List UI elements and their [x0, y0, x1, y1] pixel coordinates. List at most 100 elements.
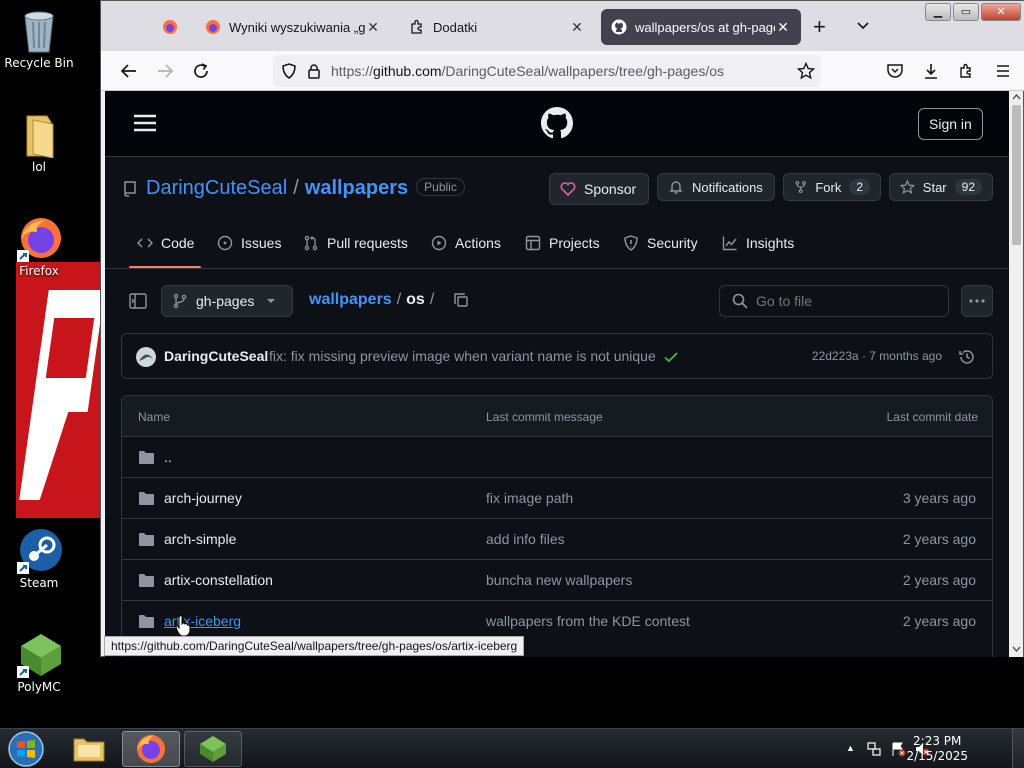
- tab-label: Dodatki: [433, 19, 478, 35]
- star-button[interactable]: Star 92: [889, 173, 993, 201]
- row-commit-message[interactable]: add info files: [486, 531, 565, 547]
- clock-date: 2/15/2025: [906, 749, 968, 763]
- new-tab-plus-icon[interactable]: +: [813, 15, 826, 39]
- file-name[interactable]: artix-constellation: [164, 572, 273, 588]
- fork-count: 2: [849, 179, 870, 195]
- windows-logo-icon: [8, 731, 44, 767]
- sponsor-button[interactable]: Sponsor: [549, 173, 649, 205]
- path-repo-link[interactable]: wallpapers: [309, 291, 392, 309]
- col-header-date: Last commit date: [886, 410, 978, 424]
- graph-icon: [722, 236, 737, 251]
- scrollbar-thumb[interactable]: [1012, 105, 1021, 245]
- sidebar-toggle-icon[interactable]: [129, 293, 147, 314]
- lock-icon[interactable]: [307, 63, 321, 79]
- desktop-icon-steam[interactable]: Steam: [0, 528, 78, 590]
- table-row[interactable]: artix-constellation buncha new wallpaper…: [122, 559, 992, 600]
- maximize-button[interactable]: ▭: [953, 3, 979, 21]
- hamburger-menu-icon[interactable]: [133, 113, 157, 138]
- file-name[interactable]: arch-journey: [164, 490, 242, 506]
- back-arrow-icon[interactable]: [117, 59, 141, 83]
- tab-pinned-firefox[interactable]: [147, 9, 193, 45]
- table-header: Name Last commit message Last commit dat…: [122, 396, 992, 437]
- reload-icon[interactable]: [189, 59, 213, 83]
- latest-commit-box: DaringCuteSeal fix: fix missing preview …: [121, 333, 993, 379]
- show-hidden-icons-icon[interactable]: ▲: [846, 743, 855, 753]
- table-row[interactable]: arch-simple add info files 2 years ago: [122, 518, 992, 559]
- taskbar: ▲ 2:23 PM 2/15/2025: [0, 728, 1024, 768]
- tab-insights-label: Insights: [746, 235, 795, 251]
- tab-insights[interactable]: Insights: [722, 235, 794, 251]
- extensions-puzzle-icon[interactable]: [955, 59, 979, 83]
- tab-issues[interactable]: Issues: [217, 235, 281, 251]
- vertical-scrollbar[interactable]: [1009, 91, 1023, 657]
- download-icon[interactable]: [919, 59, 943, 83]
- close-icon[interactable]: ✕: [569, 19, 585, 36]
- file-name[interactable]: ..: [164, 449, 172, 465]
- branch-select[interactable]: gh-pages: [161, 285, 293, 317]
- row-commit-message[interactable]: wallpapers from the KDE contest: [486, 613, 690, 629]
- desktop-icon-polymc[interactable]: PolyMC: [0, 632, 78, 694]
- github-logo-icon[interactable]: [541, 107, 573, 144]
- network-icon[interactable]: [866, 741, 882, 757]
- tab-code[interactable]: Code: [137, 235, 194, 251]
- star-bookmark-icon[interactable]: [797, 62, 815, 80]
- more-options-button[interactable]: [961, 285, 993, 317]
- sign-in-button[interactable]: Sign in: [918, 108, 983, 140]
- table-row[interactable]: ..: [122, 436, 992, 477]
- chevron-down-icon[interactable]: [855, 17, 871, 38]
- row-commit-message[interactable]: buncha new wallpapers: [486, 572, 632, 588]
- minimize-button[interactable]: ▁: [925, 3, 951, 21]
- tab-github-wallpapers[interactable]: wallpapers/os at gh-pages ✕: [601, 9, 801, 45]
- tab-addons[interactable]: Dodatki ✕: [399, 9, 595, 45]
- scroll-up-icon[interactable]: [1012, 93, 1021, 101]
- avatar[interactable]: [136, 347, 156, 367]
- shield-icon[interactable]: [281, 63, 297, 79]
- close-icon[interactable]: ✕: [365, 19, 381, 36]
- table-row[interactable]: artix-iceberg wallpapers from the KDE co…: [122, 600, 992, 641]
- table-row[interactable]: arch-journey fix image path 3 years ago: [122, 477, 992, 518]
- close-icon[interactable]: ✕: [775, 19, 791, 36]
- tab-search-results[interactable]: Wyniki wyszukiwania „glass ✕: [195, 9, 391, 45]
- tab-pull-requests[interactable]: Pull requests: [303, 235, 408, 251]
- row-commit-message[interactable]: fix image path: [486, 490, 573, 506]
- desktop-icon-firefox[interactable]: Firefox: [0, 216, 78, 278]
- commit-author[interactable]: DaringCuteSeal: [164, 348, 268, 364]
- repo-owner-link[interactable]: DaringCuteSeal: [146, 177, 287, 200]
- commit-message[interactable]: fix: fix missing preview image when vari…: [269, 348, 656, 364]
- pocket-icon[interactable]: [883, 59, 907, 83]
- close-window-button[interactable]: ✕: [981, 3, 1021, 21]
- tab-actions[interactable]: Actions: [431, 235, 501, 251]
- file-name[interactable]: arch-simple: [164, 531, 236, 547]
- row-commit-date: 3 years ago: [902, 490, 976, 506]
- start-button[interactable]: [6, 730, 46, 768]
- system-clock[interactable]: 2:23 PM 2/15/2025: [906, 734, 968, 764]
- taskbar-explorer[interactable]: [60, 731, 118, 767]
- taskbar-firefox[interactable]: [122, 731, 180, 767]
- url-bar[interactable]: https://github.com/DaringCuteSeal/wallpa…: [273, 55, 821, 87]
- commit-hash-time[interactable]: 22d223a · 7 months ago: [812, 349, 942, 363]
- desktop-icon-recycle-bin[interactable]: Recycle Bin: [0, 8, 78, 70]
- search-icon: [732, 293, 748, 309]
- row-commit-date: 2 years ago: [902, 531, 976, 547]
- row-commit-date: 2 years ago: [902, 572, 976, 588]
- tab-security[interactable]: Security: [623, 235, 698, 251]
- fork-button[interactable]: Fork 2: [783, 173, 881, 201]
- forward-arrow-icon[interactable]: [153, 59, 177, 83]
- go-to-file-input[interactable]: [756, 293, 936, 309]
- kebab-horizontal-icon: [969, 299, 985, 303]
- history-clock-icon[interactable]: [958, 348, 976, 366]
- hamburger-menu-icon[interactable]: [991, 59, 1015, 83]
- path-current-dir: os: [406, 291, 425, 308]
- folder-icon: [17, 112, 61, 159]
- action-center-flag-icon[interactable]: [890, 741, 906, 757]
- puzzle-icon: [411, 19, 422, 34]
- notifications-button[interactable]: Notifications: [657, 173, 775, 201]
- scroll-down-icon[interactable]: [1012, 645, 1021, 653]
- repo-name-link[interactable]: wallpapers: [305, 177, 408, 200]
- show-desktop-button[interactable]: [1012, 729, 1024, 768]
- desktop-icon-lol-folder[interactable]: lol: [0, 112, 78, 174]
- copy-icon[interactable]: [453, 292, 469, 308]
- tab-projects[interactable]: Projects: [525, 235, 600, 251]
- taskbar-polymc[interactable]: [184, 731, 242, 767]
- go-to-file-search[interactable]: [719, 285, 949, 317]
